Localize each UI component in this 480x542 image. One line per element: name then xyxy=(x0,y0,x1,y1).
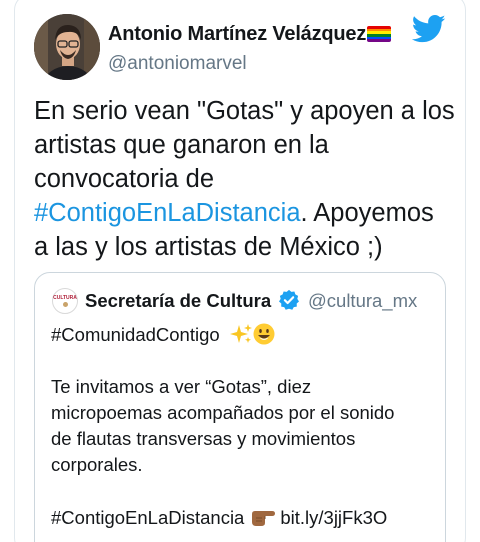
tweet-text: En serio vean "Gotas" y apoyen a los art… xyxy=(34,94,455,264)
quoted-hashtag-line: #ComunidadContigo xyxy=(51,323,275,346)
tweet-text-line: En serio vean "Gotas" y apoyen a los xyxy=(34,97,455,125)
quoted-body-line: micropoemas acompañados por el sonido xyxy=(51,402,395,423)
avatar-logo-seal xyxy=(62,302,68,307)
quoted-tweet[interactable]: CULTURA Secretaría de Cultura @cultura_m… xyxy=(34,272,446,542)
sparkles-icon xyxy=(229,324,252,343)
author-avatar[interactable] xyxy=(34,14,100,80)
tweet-text-line: #ContigoEnLaDistancia. Apoyemos xyxy=(34,196,454,230)
author-name[interactable]: Antonio Martínez Velázquez xyxy=(108,23,366,46)
quoted-footer-hashtag[interactable]: #ContigoEnLaDistancia xyxy=(51,507,244,528)
hashtag-link[interactable]: #ContigoEnLaDistancia xyxy=(34,199,301,227)
quoted-footer-line: #ContigoEnLaDistancia bit.ly/3jjFk3O xyxy=(51,507,387,529)
quoted-author-avatar[interactable]: CULTURA xyxy=(52,288,78,314)
tweet-text-line: a las y los artistas de México ;) xyxy=(34,233,383,261)
quoted-body-line: de flautas transversas y movimientos xyxy=(51,428,356,449)
quoted-footer-link[interactable]: bit.ly/3jjFk3O xyxy=(280,507,387,528)
tweet-text-line: convocatoria de xyxy=(34,165,215,193)
pointing-right-icon xyxy=(252,511,276,526)
quoted-body-line: Te invitamos a ver “Gotas”, diez xyxy=(51,376,312,397)
verified-badge-icon xyxy=(278,289,300,311)
twitter-bird-icon[interactable] xyxy=(411,14,446,44)
tweet-text-line: artistas que ganaron en la xyxy=(34,131,329,159)
quoted-body-line: corporales. xyxy=(51,454,143,475)
tweet-text-fragment: . Apoyemos xyxy=(300,199,434,227)
quoted-author-handle[interactable]: @cultura_mx xyxy=(308,290,417,312)
author-handle[interactable]: @antoniomarvel xyxy=(108,53,247,75)
smiling-face-icon xyxy=(253,323,275,345)
pride-flag-icon xyxy=(367,26,391,42)
avatar-logo-text: CULTURA xyxy=(53,295,77,301)
quoted-author-name[interactable]: Secretaría de Cultura xyxy=(85,290,271,312)
quoted-hashtag[interactable]: #ComunidadContigo xyxy=(51,324,220,345)
